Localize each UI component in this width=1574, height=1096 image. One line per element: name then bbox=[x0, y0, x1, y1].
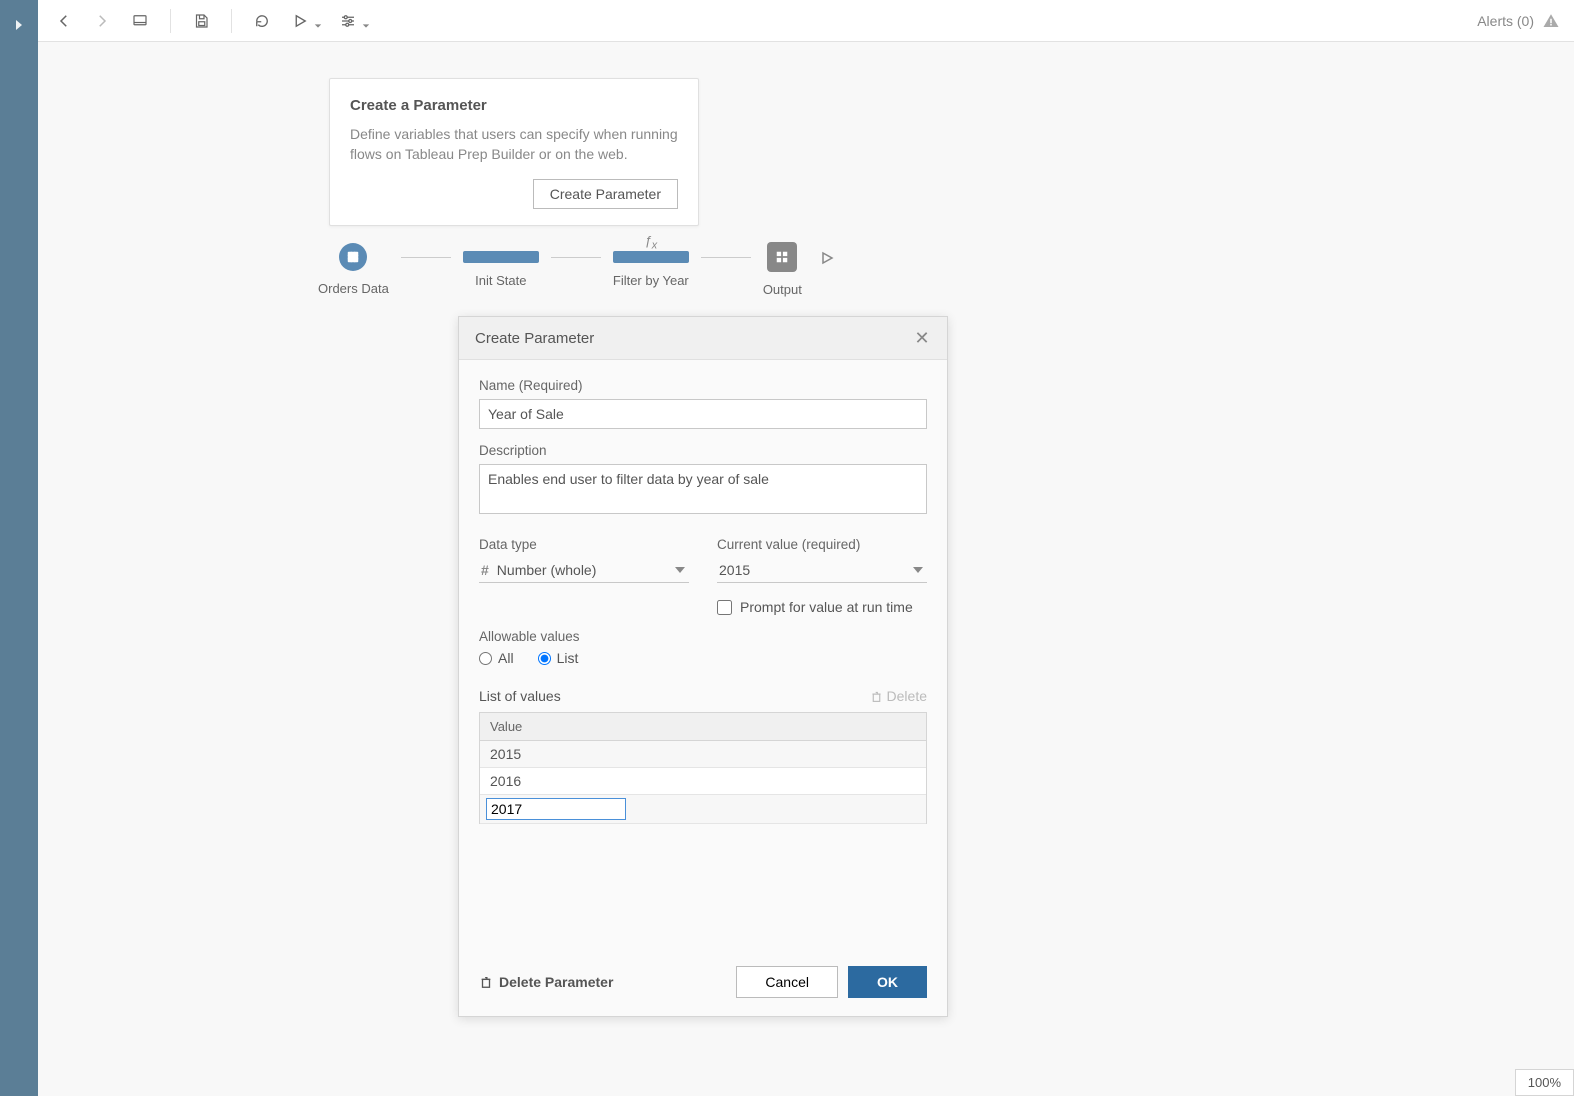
radio-label-all: All bbox=[498, 650, 514, 666]
step-bar bbox=[613, 251, 689, 263]
database-icon bbox=[339, 243, 367, 271]
flow-node-filter-by-year[interactable]: ƒx Filter by Year bbox=[613, 251, 689, 288]
number-icon: # bbox=[481, 562, 489, 578]
refresh-button[interactable] bbox=[250, 9, 274, 33]
radio-label-list: List bbox=[557, 650, 579, 666]
node-label: Orders Data bbox=[318, 281, 389, 296]
parameter-icon: ƒx bbox=[644, 233, 657, 252]
settings-button[interactable] bbox=[336, 9, 360, 33]
list-of-values-label: List of values bbox=[479, 688, 561, 704]
name-label: Name (Required) bbox=[479, 378, 927, 393]
left-panel-toggle[interactable] bbox=[0, 0, 38, 1096]
list-item-editing[interactable] bbox=[480, 795, 926, 824]
delete-parameter-button[interactable]: Delete Parameter bbox=[479, 974, 613, 990]
prompt-run-time-label: Prompt for value at run time bbox=[740, 599, 913, 615]
zoom-level[interactable]: 100% bbox=[1515, 1069, 1574, 1096]
flow-node-init-state[interactable]: Init State bbox=[463, 251, 539, 288]
current-value-select[interactable]: 2015 bbox=[717, 558, 927, 583]
save-button[interactable] bbox=[189, 9, 213, 33]
current-value: 2015 bbox=[719, 562, 750, 578]
datatype-label: Data type bbox=[479, 537, 689, 552]
callout-title: Create a Parameter bbox=[350, 97, 678, 114]
settings-dropdown[interactable] bbox=[362, 17, 370, 25]
create-parameter-button[interactable]: Create Parameter bbox=[533, 179, 678, 209]
flow-canvas[interactable]: Create a Parameter Define variables that… bbox=[38, 42, 1574, 1096]
connector bbox=[551, 257, 601, 258]
prompt-run-time-checkbox[interactable] bbox=[717, 600, 732, 615]
flow-graph: Orders Data Init State ƒx Filter by Year… bbox=[318, 242, 834, 297]
datatype-value: Number (whole) bbox=[497, 562, 597, 578]
connector bbox=[701, 257, 751, 258]
run-output-button[interactable] bbox=[820, 251, 834, 265]
current-value-label: Current value (required) bbox=[717, 537, 927, 552]
forward-button[interactable] bbox=[90, 9, 114, 33]
description-input[interactable]: Enables end user to filter data by year … bbox=[479, 464, 927, 514]
values-grid: Value 2015 2016 bbox=[479, 712, 927, 824]
cancel-button[interactable]: Cancel bbox=[736, 966, 838, 998]
separator bbox=[231, 9, 232, 33]
flow-node-output[interactable]: Output bbox=[763, 242, 802, 297]
create-parameter-dialog: Create Parameter ✕ Name (Required) Descr… bbox=[458, 316, 948, 1017]
ok-button[interactable]: OK bbox=[848, 966, 927, 998]
datatype-select[interactable]: # Number (whole) bbox=[479, 558, 689, 583]
run-flow-button[interactable] bbox=[288, 9, 312, 33]
back-button[interactable] bbox=[52, 9, 76, 33]
description-label: Description bbox=[479, 443, 927, 458]
output-icon bbox=[767, 242, 797, 272]
node-label: Filter by Year bbox=[613, 273, 689, 288]
list-item[interactable]: 2016 bbox=[480, 768, 926, 795]
close-icon[interactable]: ✕ bbox=[913, 329, 931, 347]
dialog-header: Create Parameter ✕ bbox=[459, 317, 947, 360]
grid-header-value: Value bbox=[480, 713, 926, 741]
allowable-values-label: Allowable values bbox=[479, 629, 927, 644]
allowable-all-radio[interactable]: All bbox=[479, 650, 514, 666]
create-parameter-callout: Create a Parameter Define variables that… bbox=[329, 78, 699, 226]
run-flow-dropdown[interactable] bbox=[314, 17, 322, 25]
separator bbox=[170, 9, 171, 33]
callout-body: Define variables that users can specify … bbox=[350, 124, 678, 165]
warning-icon bbox=[1542, 12, 1560, 30]
dialog-title: Create Parameter bbox=[475, 330, 594, 347]
presentation-button[interactable] bbox=[128, 9, 152, 33]
node-label: Output bbox=[763, 282, 802, 297]
delete-label: Delete bbox=[887, 688, 927, 704]
alerts-label[interactable]: Alerts (0) bbox=[1477, 13, 1534, 29]
toolbar: Alerts (0) bbox=[38, 0, 1574, 42]
chevron-down-icon bbox=[675, 567, 685, 573]
node-label: Init State bbox=[475, 273, 526, 288]
name-input[interactable] bbox=[479, 399, 927, 429]
list-item[interactable]: 2015 bbox=[480, 741, 926, 768]
flow-node-orders-data[interactable]: Orders Data bbox=[318, 243, 389, 296]
delete-parameter-label: Delete Parameter bbox=[499, 974, 613, 990]
list-value-input[interactable] bbox=[486, 798, 626, 820]
allowable-list-radio[interactable]: List bbox=[538, 650, 579, 666]
connector bbox=[401, 257, 451, 258]
list-delete-button[interactable]: Delete bbox=[870, 688, 927, 704]
step-bar bbox=[463, 251, 539, 263]
chevron-down-icon bbox=[913, 567, 923, 573]
